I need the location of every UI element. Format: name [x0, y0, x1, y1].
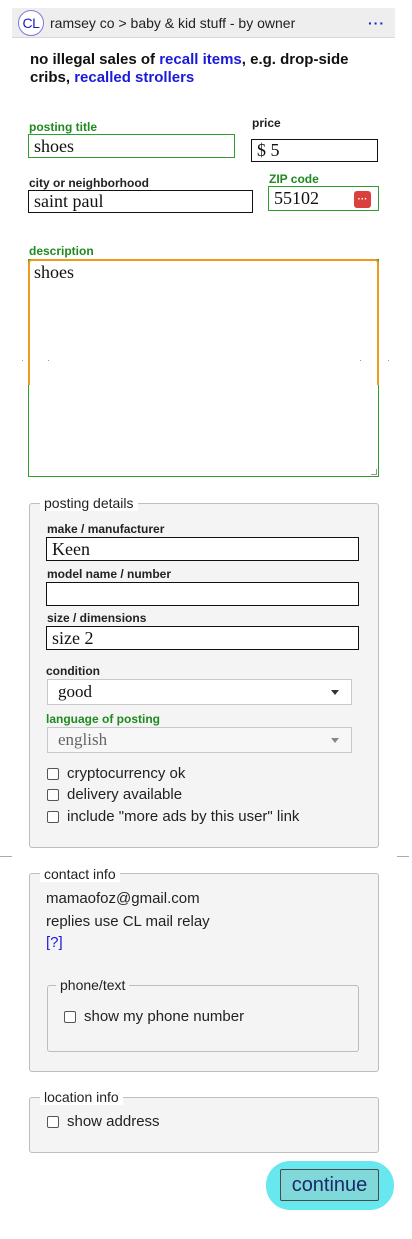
posting-title-label: posting title [29, 120, 97, 134]
top-bar: CL ramsey co > baby & kid stuff - by own… [12, 8, 395, 38]
more-ads-checkbox-label: include "more ads by this user" link [67, 808, 300, 825]
language-label: language of posting [46, 712, 160, 726]
chevron-down-icon [331, 690, 339, 695]
city-label: city or neighborhood [29, 176, 149, 190]
description-focus-ring [28, 259, 379, 385]
condition-select[interactable]: good [47, 679, 352, 705]
crypto-checkbox-row[interactable]: cryptocurrency ok [47, 765, 185, 782]
posting-title-input[interactable]: shoes [28, 134, 235, 158]
edge-mark [0, 856, 12, 857]
make-label: make / manufacturer [47, 522, 165, 536]
condition-label: condition [46, 664, 100, 678]
breadcrumb: ramsey co > baby & kid stuff - by owner [50, 14, 296, 31]
price-input[interactable]: $ 5 [251, 139, 378, 162]
recall-warning: no illegal sales of recall items, e.g. d… [30, 51, 380, 87]
location-info-legend: location info [40, 1089, 123, 1105]
recall-items-link[interactable]: recall items [159, 51, 242, 68]
edge-mark [48, 360, 49, 361]
warning-prefix: no illegal sales of [30, 51, 160, 68]
craigslist-logo[interactable]: CL [18, 9, 44, 36]
show-address-label: show address [67, 1113, 160, 1130]
show-address-checkbox[interactable] [47, 1115, 59, 1128]
mail-relay-text: replies use CL mail relay [46, 913, 210, 930]
recalled-strollers-link[interactable]: recalled strollers [74, 69, 194, 86]
phone-legend: phone/text [56, 977, 130, 993]
model-input[interactable] [46, 582, 359, 606]
edge-mark [360, 360, 361, 361]
description-label: description [29, 244, 94, 258]
edge-mark [388, 360, 389, 361]
delivery-checkbox-label: delivery available [67, 786, 183, 803]
delivery-checkbox[interactable] [47, 788, 59, 801]
description-value: shoes [34, 262, 74, 282]
more-menu-icon[interactable]: ··· [368, 15, 385, 31]
mail-relay-help-link[interactable]: [?] [46, 934, 63, 951]
model-label: model name / number [47, 567, 172, 581]
chevron-down-icon [331, 738, 339, 743]
zip-label: ZIP code [269, 172, 319, 186]
show-phone-checkbox[interactable] [64, 1010, 76, 1023]
language-select[interactable]: english [47, 727, 352, 753]
size-input[interactable]: size 2 [46, 626, 359, 650]
edge-mark [397, 856, 409, 857]
size-label: size / dimensions [47, 611, 147, 625]
crypto-checkbox-label: cryptocurrency ok [67, 765, 186, 782]
show-address-row[interactable]: show address [47, 1113, 160, 1130]
show-phone-label: show my phone number [84, 1008, 245, 1025]
edge-mark [22, 360, 23, 361]
posting-details-legend: posting details [40, 495, 138, 511]
continue-button[interactable]: continue [280, 1169, 379, 1201]
price-label: price [252, 116, 281, 130]
crypto-checkbox[interactable] [47, 767, 59, 780]
language-value: english [58, 730, 108, 749]
more-ads-checkbox-row[interactable]: include "more ads by this user" link [47, 808, 299, 825]
more-ads-checkbox[interactable] [47, 810, 59, 823]
contact-email: mamaofoz@gmail.com [46, 890, 200, 907]
password-manager-icon[interactable]: ··· [354, 191, 371, 208]
contact-info-legend: contact info [40, 866, 120, 882]
zip-value: 55102 [274, 188, 319, 208]
resize-handle-icon[interactable] [371, 469, 377, 475]
make-input[interactable]: Keen [46, 537, 359, 561]
condition-value: good [58, 682, 92, 701]
zip-input[interactable]: 55102 ··· [268, 186, 379, 211]
show-phone-row[interactable]: show my phone number [64, 1008, 244, 1025]
city-input[interactable]: saint paul [28, 190, 253, 213]
delivery-checkbox-row[interactable]: delivery available [47, 786, 182, 803]
